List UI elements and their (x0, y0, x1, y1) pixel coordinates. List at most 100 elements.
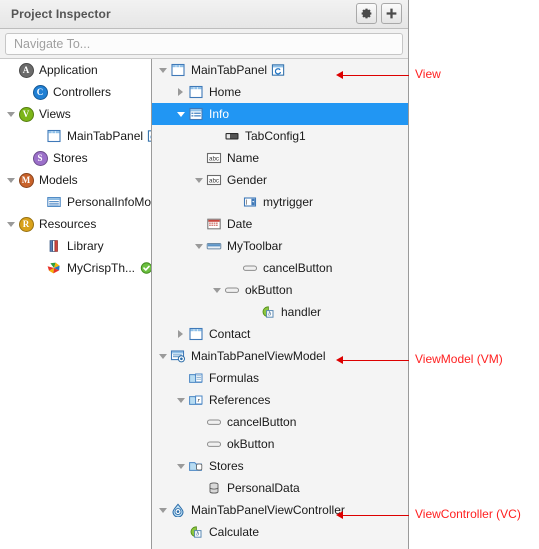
stores-folder-icon (187, 458, 205, 474)
model-icon (45, 194, 63, 210)
right-tree-item-row[interactable]: MainTabPanelViewController (152, 499, 408, 521)
twisty-placeholder (174, 367, 187, 389)
right-tree-item-row[interactable]: r References (152, 389, 408, 411)
right-tree-item-row[interactable]: Home (152, 81, 408, 103)
right-tree-item-row[interactable]: abc Gender (152, 169, 408, 191)
right-tree-item-row[interactable]: Contact (152, 323, 408, 345)
handler-icon: b (187, 524, 205, 540)
chevron-down-icon[interactable] (4, 213, 17, 235)
circle-letter-r: R (17, 216, 35, 232)
left-tree-item-row[interactable]: MainTabPanel (0, 125, 151, 147)
right-tree-item-label: Formulas (209, 371, 260, 385)
circle-letter-c: C (31, 84, 49, 100)
right-tree-item-label: cancelButton (263, 261, 333, 275)
twisty-placeholder (192, 477, 205, 499)
left-tree-item-row[interactable]: C Controllers (0, 81, 151, 103)
right-tree-item-row[interactable]: PersonalData (152, 477, 408, 499)
chevron-down-icon[interactable] (156, 59, 169, 81)
right-tree-item-row[interactable]: MainTabPanelViewModel (152, 345, 408, 367)
right-tree-item-row[interactable]: TabConfig1 (152, 125, 408, 147)
panel-icon (169, 62, 187, 78)
chevron-down-icon[interactable] (174, 455, 187, 477)
chevron-down-icon[interactable] (210, 279, 223, 301)
search-input[interactable] (5, 32, 403, 55)
panel-icon (187, 326, 205, 342)
settings-button[interactable] (356, 3, 377, 24)
chevron-down-icon[interactable] (174, 389, 187, 411)
button-icon (205, 436, 223, 452)
twisty-placeholder (228, 257, 241, 279)
chevron-down-icon[interactable] (4, 103, 17, 125)
project-tree-left[interactable]: A Application C Controllers V Views MainTabPan… (0, 59, 152, 549)
right-tree-item-label: handler (281, 305, 322, 319)
chevron-down-icon[interactable] (4, 169, 17, 191)
chevron-down-icon[interactable] (192, 235, 205, 257)
right-tree-item-row[interactable]: Info (152, 103, 408, 125)
right-tree-item-label: mytrigger (263, 195, 314, 209)
right-tree-item-row[interactable]: b Calculate (152, 521, 408, 543)
annotation-arrow-head (336, 356, 343, 364)
navigate-to-bar (0, 29, 408, 59)
view-badge-icon[interactable] (271, 63, 286, 78)
chevron-down-icon[interactable] (174, 103, 187, 125)
right-tree-item-row[interactable]: okButton (152, 433, 408, 455)
left-tree-item-label: MyCrispTh... (67, 261, 136, 275)
database-icon (205, 480, 223, 496)
left-tree-item-label: Application (39, 63, 98, 77)
left-tree-item-label: Library (67, 239, 104, 253)
right-tree-item-label: MainTabPanel (191, 63, 268, 77)
left-tree-item-row[interactable]: PersonalInfoModel (0, 191, 151, 213)
twisty-placeholder (246, 301, 259, 323)
chevron-right-icon[interactable] (174, 81, 187, 103)
right-tree-item-row[interactable]: b handler (152, 301, 408, 323)
annotation-arrow-line (341, 360, 409, 361)
chevron-down-icon[interactable] (156, 499, 169, 521)
formulas-icon (187, 370, 205, 386)
check-badge-icon[interactable] (139, 261, 151, 276)
chevron-down-icon[interactable] (156, 345, 169, 367)
circle-letter-v: V (17, 106, 35, 122)
right-tree-item-row[interactable]: Formulas (152, 367, 408, 389)
left-tree-item-row[interactable]: A Application (0, 59, 151, 81)
left-tree-item-row[interactable]: MyCrispTh... (0, 257, 151, 279)
twisty-placeholder (192, 147, 205, 169)
left-tree-item-row[interactable]: S Stores (0, 147, 151, 169)
right-tree-item-row[interactable]: abc Name (152, 147, 408, 169)
library-icon (45, 238, 63, 254)
right-tree-item-row[interactable]: cancelButton (152, 257, 408, 279)
add-button[interactable] (381, 3, 402, 24)
twisty-placeholder (192, 433, 205, 455)
viewcontroller-icon (169, 502, 187, 518)
button-icon (223, 282, 241, 298)
right-tree-item-row[interactable]: Stores (152, 455, 408, 477)
panel-icon (187, 84, 205, 100)
trigger-icon (241, 194, 259, 210)
right-tree-item-label: MainTabPanelViewController (191, 503, 345, 517)
left-tree-item-label: Resources (39, 217, 97, 231)
left-tree-item-label: Stores (53, 151, 88, 165)
twisty-placeholder (32, 191, 45, 213)
chevron-down-icon[interactable] (192, 169, 205, 191)
left-tree-item-row[interactable]: R Resources (0, 213, 151, 235)
svg-text:b: b (196, 532, 199, 538)
chevron-right-icon[interactable] (174, 323, 187, 345)
abc-field-icon: abc (205, 172, 223, 188)
twisty-placeholder (18, 81, 31, 103)
twisty-placeholder (192, 213, 205, 235)
annotation-arrow-line (341, 515, 409, 516)
right-tree-item-row[interactable]: okButton (152, 279, 408, 301)
window-titlebar: Project Inspector (0, 0, 408, 29)
left-tree-item-row[interactable]: V Views (0, 103, 151, 125)
right-tree-item-row[interactable]: cancelButton (152, 411, 408, 433)
right-tree-item-label: MainTabPanelViewModel (191, 349, 326, 363)
project-tree-right[interactable]: MainTabPanel Home Info TabConfig1 abc Name abc… (152, 59, 408, 549)
titlebar-buttons (356, 3, 402, 24)
right-tree-item-row[interactable]: MainTabPanel (152, 59, 408, 81)
right-tree-item-row[interactable]: MyToolbar (152, 235, 408, 257)
left-tree-item-row[interactable]: M Models (0, 169, 151, 191)
right-tree-item-row[interactable]: Date (152, 213, 408, 235)
svg-text:abc: abc (209, 156, 219, 163)
left-tree-item-row[interactable]: Library (0, 235, 151, 257)
right-tree-item-row[interactable]: mytrigger (152, 191, 408, 213)
right-tree-item-label: okButton (227, 437, 275, 451)
